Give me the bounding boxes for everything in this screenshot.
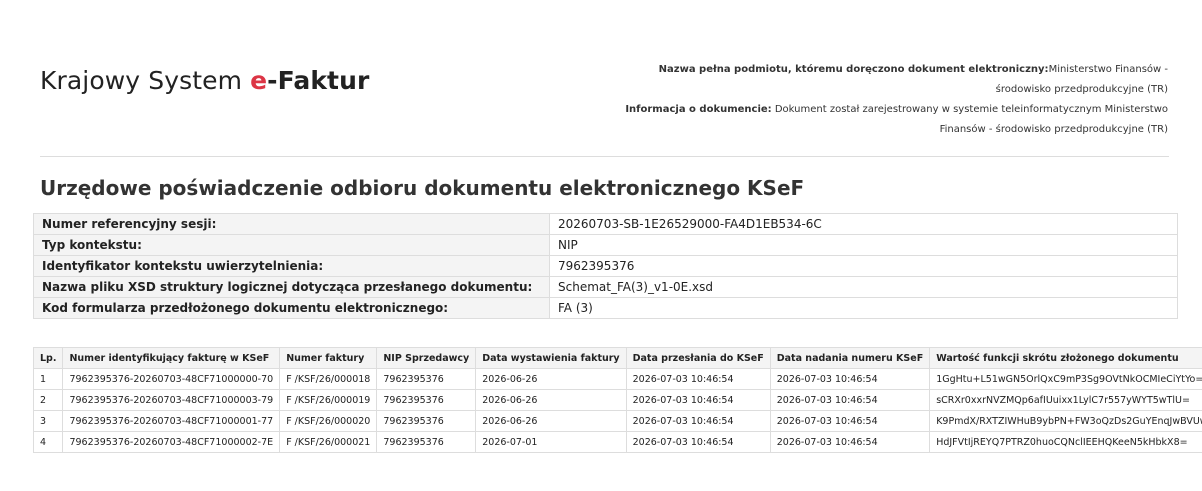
session-info-value: FA (3) bbox=[549, 297, 1178, 319]
cell-assigned-date: 2026-07-03 10:46:54 bbox=[769, 389, 931, 411]
session-info-row: Typ kontekstu: NIP bbox=[33, 234, 1178, 256]
session-info-row: Kod formularza przedłożonego dokumentu e… bbox=[33, 297, 1178, 319]
session-info-row: Identyfikator kontekstu uwierzytelnienia… bbox=[33, 255, 1178, 277]
document-meta: Nazwa pełna podmiotu, któremu doręczono … bbox=[608, 60, 1168, 140]
column-header-hash: Wartość funkcji skrótu złożonego dokumen… bbox=[929, 347, 1202, 369]
recipient-label: Nazwa pełna podmiotu, któremu doręczono … bbox=[658, 64, 1049, 75]
session-info-value: 7962395376 bbox=[549, 255, 1178, 277]
session-info-row: Numer referencyjny sesji: 20260703-SB-1E… bbox=[33, 213, 1178, 235]
table-row: 3 7962395376-20260703-48CF71000001-77 F … bbox=[32, 410, 1202, 432]
column-header-assigned-date: Data nadania numeru KSeF bbox=[769, 347, 931, 369]
session-info-value: Schemat_FA(3)_v1-0E.xsd bbox=[549, 276, 1178, 298]
session-info-value: NIP bbox=[549, 234, 1178, 256]
docinfo-line: Informacja o dokumencie: Dokument został… bbox=[608, 100, 1168, 140]
cell-ksef-number: 7962395376-20260703-48CF71000002-7E bbox=[62, 431, 281, 453]
cell-lp: 2 bbox=[32, 389, 64, 411]
session-info-row: Nazwa pliku XSD struktury logicznej doty… bbox=[33, 276, 1178, 298]
cell-hash: 1GgHtu+L51wGN5OrlQxC9mP3Sg9OVtNkOCMIeCiY… bbox=[929, 368, 1202, 390]
cell-invoice-number: F /KSF/26/000018 bbox=[279, 368, 378, 390]
cell-lp: 3 bbox=[32, 410, 64, 432]
session-info-value: 20260703-SB-1E26529000-FA4D1EB534-6C bbox=[549, 213, 1178, 235]
cell-assigned-date: 2026-07-03 10:46:54 bbox=[769, 368, 931, 390]
cell-invoice-number: F /KSF/26/000019 bbox=[279, 389, 378, 411]
brand-prefix: Krajowy System bbox=[40, 66, 251, 95]
column-header-issue-date: Data wystawienia faktury bbox=[475, 347, 627, 369]
table-row: 1 7962395376-20260703-48CF71000000-70 F … bbox=[32, 368, 1202, 390]
column-header-sent-date: Data przesłania do KSeF bbox=[625, 347, 771, 369]
cell-seller-nip: 7962395376 bbox=[376, 431, 477, 453]
session-info-label: Kod formularza przedłożonego dokumentu e… bbox=[33, 297, 550, 319]
table-row: 4 7962395376-20260703-48CF71000002-7E F … bbox=[32, 431, 1202, 453]
brand-suffix: -Faktur bbox=[267, 66, 370, 95]
cell-assigned-date: 2026-07-03 10:46:54 bbox=[769, 431, 931, 453]
upo-page: Krajowy System e-Faktur Nazwa pełna podm… bbox=[0, 0, 1202, 491]
cell-issue-date: 2026-07-01 bbox=[475, 431, 627, 453]
cell-invoice-number: F /KSF/26/000020 bbox=[279, 410, 378, 432]
session-info-label: Numer referencyjny sesji: bbox=[33, 213, 550, 235]
docinfo-label: Informacja o dokumencie: bbox=[625, 104, 772, 115]
cell-lp: 4 bbox=[32, 431, 64, 453]
table-row: 2 7962395376-20260703-48CF71000003-79 F … bbox=[32, 389, 1202, 411]
cell-sent-date: 2026-07-03 10:46:54 bbox=[625, 410, 771, 432]
cell-issue-date: 2026-06-26 bbox=[475, 410, 627, 432]
cell-ksef-number: 7962395376-20260703-48CF71000000-70 bbox=[62, 368, 281, 390]
docinfo-value: Dokument został zarejestrowany w systemi… bbox=[774, 104, 1168, 135]
cell-sent-date: 2026-07-03 10:46:54 bbox=[625, 431, 771, 453]
session-info-table: Numer referencyjny sesji: 20260703-SB-1E… bbox=[33, 213, 1178, 319]
session-info-label: Typ kontekstu: bbox=[33, 234, 550, 256]
page-title: Urzędowe poświadczenie odbioru dokumentu… bbox=[40, 176, 805, 200]
cell-ksef-number: 7962395376-20260703-48CF71000003-79 bbox=[62, 389, 281, 411]
column-header-seller-nip: NIP Sprzedawcy bbox=[376, 347, 477, 369]
brand-e: e bbox=[250, 66, 268, 95]
cell-invoice-number: F /KSF/26/000021 bbox=[279, 431, 378, 453]
invoice-table: Lp. Numer identyfikujący fakturę w KSeF … bbox=[32, 347, 1202, 453]
cell-seller-nip: 7962395376 bbox=[376, 410, 477, 432]
cell-sent-date: 2026-07-03 10:46:54 bbox=[625, 368, 771, 390]
cell-sent-date: 2026-07-03 10:46:54 bbox=[625, 389, 771, 411]
invoice-table-header: Lp. Numer identyfikujący fakturę w KSeF … bbox=[32, 347, 1202, 369]
cell-issue-date: 2026-06-26 bbox=[475, 368, 627, 390]
header-divider bbox=[40, 156, 1169, 157]
recipient-line: Nazwa pełna podmiotu, któremu doręczono … bbox=[608, 60, 1168, 100]
cell-seller-nip: 7962395376 bbox=[376, 389, 477, 411]
column-header-ksef-number: Numer identyfikujący fakturę w KSeF bbox=[62, 347, 281, 369]
cell-hash: sCRXr0xxrNVZMQp6afIUuixx1LylC7r557yWYT5w… bbox=[929, 389, 1202, 411]
session-info-label: Identyfikator kontekstu uwierzytelnienia… bbox=[33, 255, 550, 277]
cell-hash: K9PmdX/RXTZIWHuB9ybPN+FW3oQzDs2GuYEnqJwB… bbox=[929, 410, 1202, 432]
cell-ksef-number: 7962395376-20260703-48CF71000001-77 bbox=[62, 410, 281, 432]
cell-seller-nip: 7962395376 bbox=[376, 368, 477, 390]
cell-assigned-date: 2026-07-03 10:46:54 bbox=[769, 410, 931, 432]
session-info-label: Nazwa pliku XSD struktury logicznej doty… bbox=[33, 276, 550, 298]
column-header-lp: Lp. bbox=[32, 347, 64, 369]
brand-logo: Krajowy System e-Faktur bbox=[40, 66, 369, 95]
cell-lp: 1 bbox=[32, 368, 64, 390]
cell-hash: HdJFVtIjREYQ7PTRZ0huoCQNclIEEHQKeeN5kHbk… bbox=[929, 431, 1202, 453]
cell-issue-date: 2026-06-26 bbox=[475, 389, 627, 411]
column-header-invoice-number: Numer faktury bbox=[279, 347, 378, 369]
